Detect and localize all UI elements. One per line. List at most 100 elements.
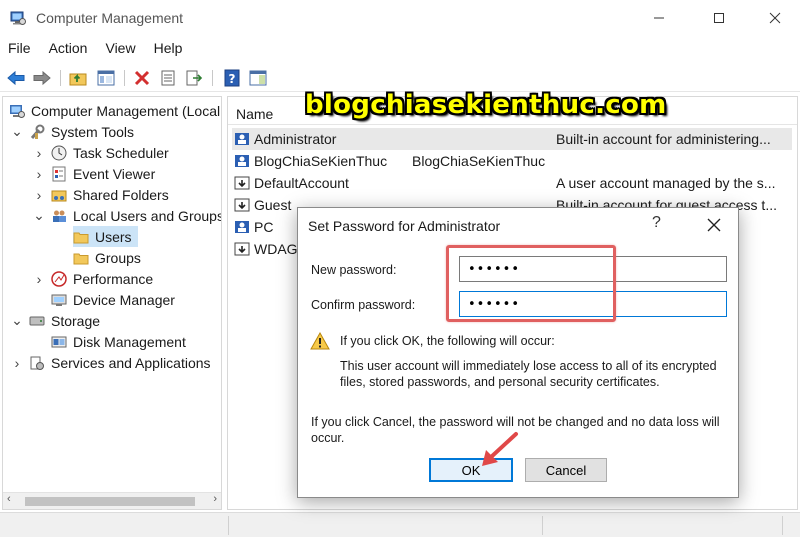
menu-action[interactable]: Action <box>41 38 94 60</box>
user-icon <box>235 221 249 233</box>
menu-view[interactable]: View <box>97 38 141 60</box>
export-list-icon <box>186 70 203 86</box>
properties-button[interactable] <box>158 68 178 88</box>
tree-services-apps-label: Services and Applications <box>51 354 211 371</box>
chevron-right-icon[interactable]: › <box>33 145 45 161</box>
clock-icon <box>51 145 67 160</box>
maximize-button[interactable] <box>696 0 742 36</box>
user-name: PC <box>254 219 274 235</box>
tree-groups-label: Groups <box>95 249 141 266</box>
tree-task-scheduler-label: Task Scheduler <box>73 144 169 161</box>
disabled-user-icon <box>234 176 250 190</box>
show-hide-tree-button[interactable] <box>96 68 116 88</box>
user-name: Administrator <box>254 131 337 147</box>
users-group-icon <box>53 210 66 222</box>
minimize-button[interactable] <box>636 0 682 36</box>
performance-icon <box>51 270 67 287</box>
scroll-right-icon[interactable]: › <box>213 493 217 505</box>
toolbar-separator <box>124 70 125 86</box>
table-row[interactable]: Administrator Built-in account for admin… <box>232 128 792 150</box>
chevron-right-icon[interactable]: › <box>11 355 23 371</box>
tree-services-apps[interactable]: › Services and Applications <box>11 352 211 373</box>
maximize-icon <box>714 13 724 23</box>
tree-root-label: Computer Management (Local <box>31 102 221 119</box>
svg-text:?: ? <box>229 72 236 86</box>
chevron-right-icon[interactable]: › <box>33 187 45 203</box>
up-folder-icon <box>69 73 87 86</box>
tree-local-users-groups-label: Local Users and Groups <box>73 207 222 224</box>
tree-system-tools[interactable]: ⌄ System Tools <box>11 121 134 142</box>
tree-system-tools-label: System Tools <box>51 123 134 140</box>
user-description: A user account managed by the s... <box>556 175 776 191</box>
action-pane-icon <box>249 70 267 86</box>
user-name: BlogChiaSeKienThuc <box>254 153 388 169</box>
watermark-text: blogchiasekienthuc.com <box>305 90 667 120</box>
tree-groups[interactable]: Groups <box>73 247 141 268</box>
tools-icon <box>30 124 45 139</box>
user-full-name: BlogChiaSeKienThuc <box>412 153 546 169</box>
highlight-box <box>446 245 616 322</box>
confirm-password-label: Confirm password: <box>311 298 416 312</box>
show-hide-tree-icon <box>97 70 115 86</box>
cancel-info-line-2: occur. <box>311 431 345 445</box>
title-bar: Computer Management <box>0 0 800 36</box>
console-tree[interactable]: Computer Management (Local ⌄ System Tool… <box>2 96 222 510</box>
menu-help[interactable]: Help <box>146 38 189 60</box>
menu-bar: File Action View Help <box>0 38 192 60</box>
chevron-down-icon[interactable]: ⌄ <box>11 312 23 328</box>
back-button[interactable] <box>6 68 26 88</box>
tree-event-viewer-label: Event Viewer <box>73 165 156 182</box>
action-pane-button[interactable] <box>248 68 268 88</box>
forward-icon <box>33 70 51 86</box>
tree-task-scheduler[interactable]: › Task Scheduler <box>33 142 169 163</box>
back-icon <box>7 70 25 86</box>
up-folder-button[interactable] <box>68 68 88 88</box>
tree-disk-management[interactable]: Disk Management <box>51 331 186 352</box>
close-button[interactable] <box>752 0 798 36</box>
chevron-down-icon[interactable]: ⌄ <box>33 207 45 223</box>
delete-button[interactable] <box>132 68 152 88</box>
set-password-dialog: Set Password for Administrator ? New pas… <box>297 207 739 498</box>
device-manager-icon <box>51 294 67 306</box>
tree-performance-label: Performance <box>73 270 154 287</box>
chevron-down-icon[interactable]: ⌄ <box>11 123 23 139</box>
shared-folder-icon <box>51 190 67 201</box>
tree-users[interactable]: Users <box>73 226 138 247</box>
menu-file[interactable]: File <box>0 38 37 60</box>
tree-storage-label: Storage <box>51 312 101 329</box>
table-row[interactable]: BlogChiaSeKienThuc BlogChiaSeKienThuc <box>232 150 792 172</box>
disabled-user-icon <box>234 242 250 256</box>
tree-root[interactable]: Computer Management (Local <box>9 100 220 121</box>
tree-event-viewer[interactable]: › Event Viewer <box>33 163 156 184</box>
export-list-button[interactable] <box>184 68 204 88</box>
tree-performance[interactable]: › Performance <box>33 268 154 289</box>
tree-storage[interactable]: ⌄ Storage <box>11 310 100 331</box>
event-viewer-icon <box>52 166 66 181</box>
dialog-close-button[interactable] <box>700 212 728 238</box>
disk-management-icon <box>51 336 67 347</box>
folder-icon <box>73 232 89 243</box>
status-divider <box>782 516 783 535</box>
cancel-info-line-1: If you click Cancel, the password will n… <box>311 415 720 429</box>
warning-icon <box>310 332 330 350</box>
scrollbar-thumb[interactable] <box>25 497 195 506</box>
tree-shared-folders[interactable]: › Shared Folders <box>33 184 169 205</box>
table-row[interactable]: DefaultAccount A user account managed by… <box>232 172 792 194</box>
user-icon <box>235 155 249 167</box>
help-button[interactable]: ? <box>222 68 242 88</box>
scroll-left-icon[interactable]: ‹ <box>7 493 11 505</box>
tree-local-users-groups[interactable]: ⌄ Local Users and Groups <box>33 205 222 226</box>
forward-button[interactable] <box>32 68 52 88</box>
storage-icon <box>29 316 45 325</box>
cancel-button[interactable]: Cancel <box>525 458 607 482</box>
user-description: Built-in account for administering... <box>556 131 771 147</box>
toolbar: ? <box>0 64 800 92</box>
column-name-header[interactable]: Name <box>236 106 273 122</box>
chevron-right-icon[interactable]: › <box>33 166 45 182</box>
tree-horizontal-scrollbar[interactable]: ‹ › <box>3 492 221 509</box>
chevron-right-icon[interactable]: › <box>33 271 45 287</box>
properties-icon <box>161 70 175 86</box>
tree-device-manager[interactable]: Device Manager <box>51 289 175 310</box>
dialog-help-button[interactable]: ? <box>652 214 661 232</box>
warning-line-1: This user account will immediately lose … <box>340 359 717 373</box>
